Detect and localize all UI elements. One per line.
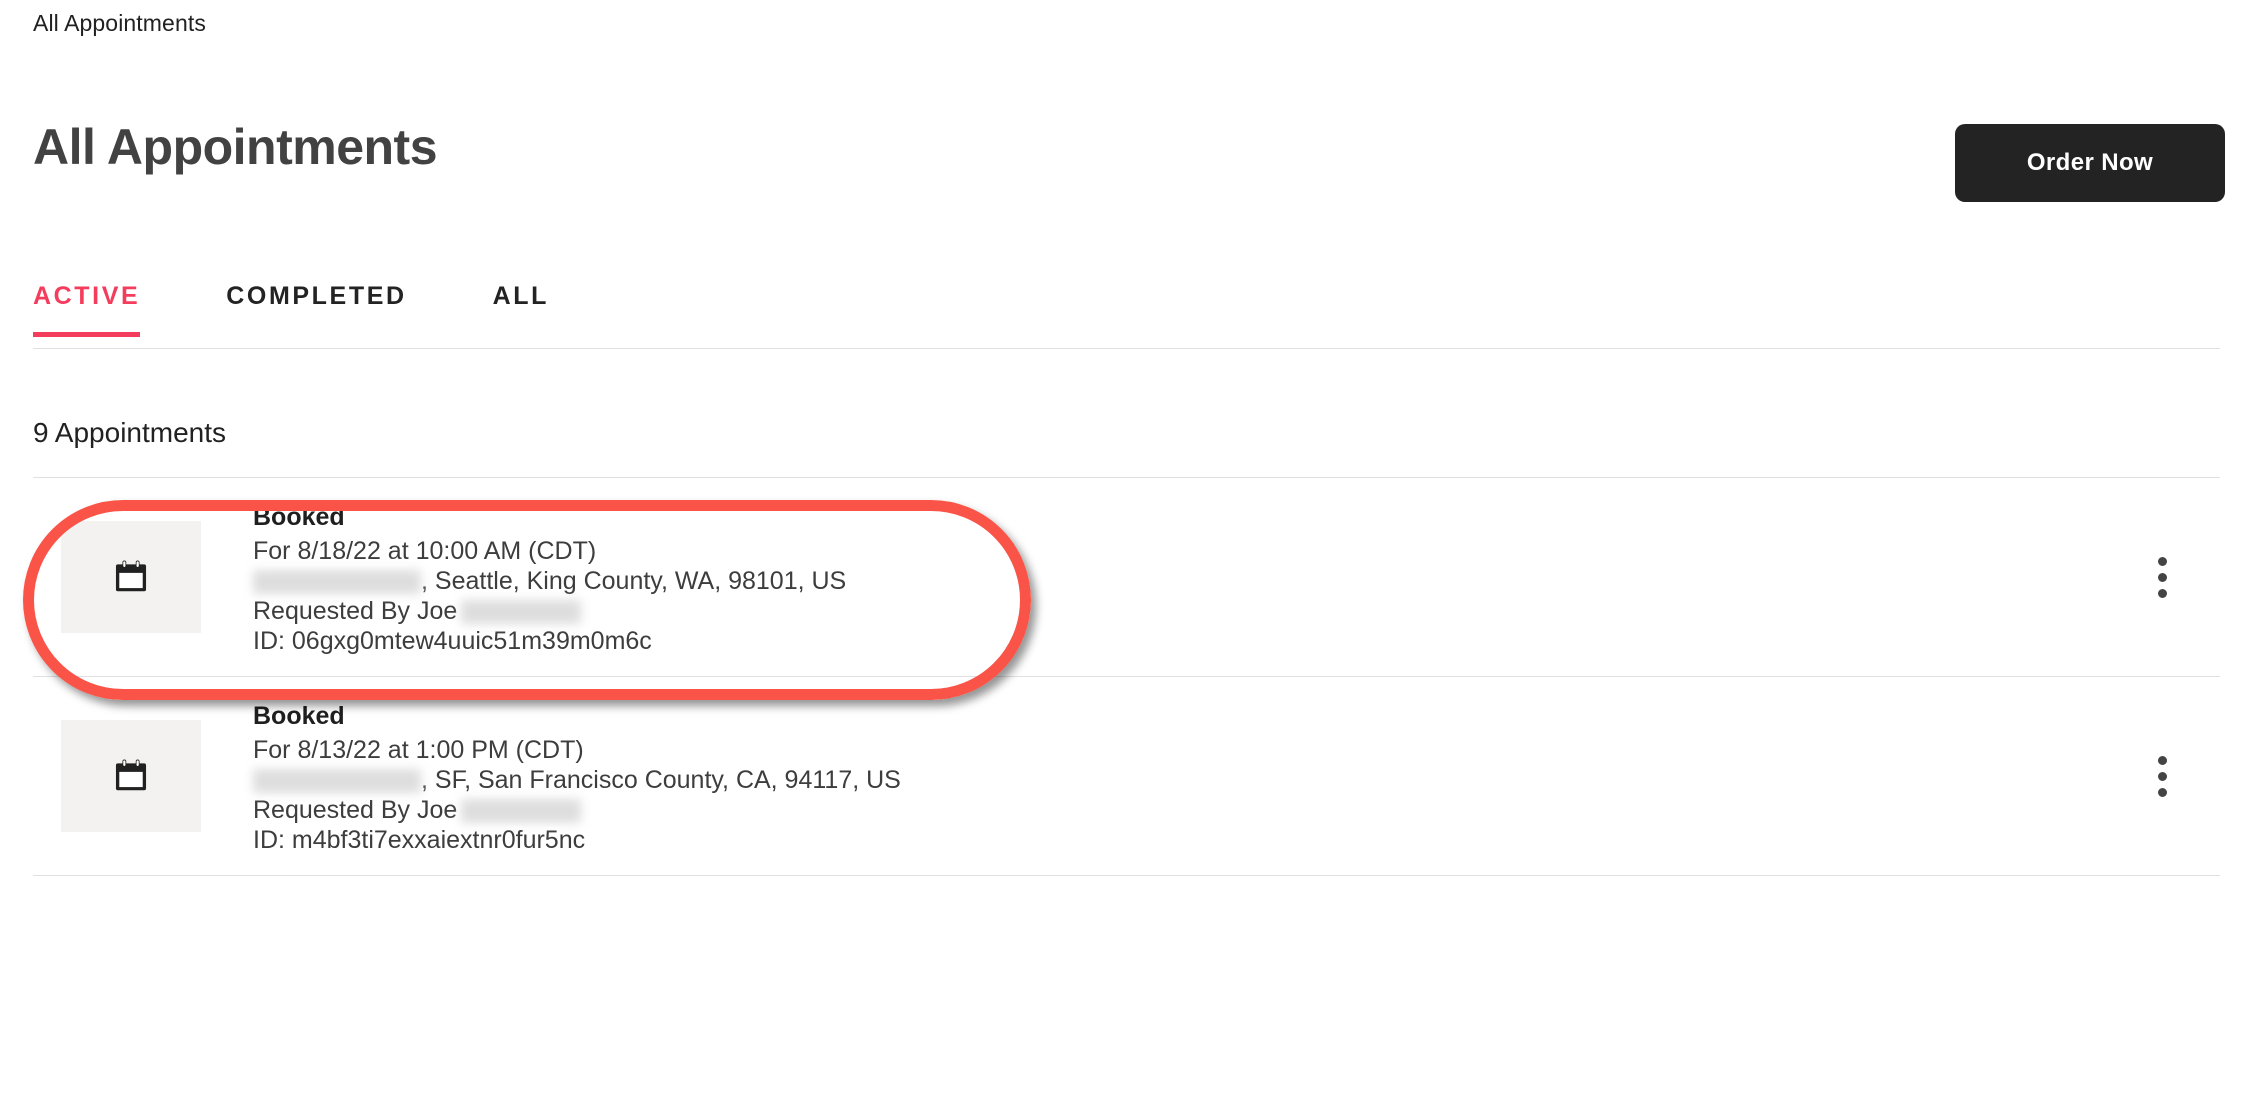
more-vertical-icon[interactable]: [2130, 545, 2194, 609]
appointment-details: Booked For 8/18/22 at 10:00 AM (CDT) , S…: [253, 499, 2130, 656]
appointment-thumbnail: [61, 720, 201, 832]
table-row[interactable]: Booked For 8/18/22 at 10:00 AM (CDT) , S…: [33, 478, 2220, 676]
tab-bar-divider: [33, 348, 2220, 349]
appointment-address: , SF, San Francisco County, CA, 94117, U…: [253, 765, 2130, 795]
appointment-address: , Seattle, King County, WA, 98101, US: [253, 566, 2130, 596]
status-badge: Booked: [253, 502, 345, 531]
appointment-datetime: For 8/13/22 at 1:00 PM (CDT): [253, 735, 584, 764]
order-now-button[interactable]: Order Now: [1955, 124, 2225, 202]
appointment-thumbnail: [61, 521, 201, 633]
page-header: All Appointments Order Now: [33, 110, 2225, 202]
appointments-page: All Appointments All Appointments Order …: [0, 0, 2258, 1096]
redacted-street-address: [253, 768, 421, 793]
tab-completed[interactable]: COMPLETED: [226, 282, 406, 337]
breadcrumb[interactable]: All Appointments: [33, 9, 206, 37]
appointment-requester-text: Requested By Joe: [253, 596, 458, 625]
status-badge: Booked: [253, 701, 345, 730]
redacted-last-name: [461, 798, 582, 823]
appointment-requester: Requested By Joe: [253, 596, 2130, 626]
calendar-icon: [115, 560, 147, 592]
appointment-address-text: , Seattle, King County, WA, 98101, US: [421, 566, 847, 595]
appointments-list: Booked For 8/18/22 at 10:00 AM (CDT) , S…: [33, 477, 2220, 876]
redacted-last-name: [461, 599, 582, 624]
more-vertical-icon[interactable]: [2130, 744, 2194, 808]
tab-bar: ACTIVE COMPLETED ALL: [33, 282, 549, 337]
calendar-icon: [115, 759, 147, 791]
tab-all[interactable]: ALL: [493, 282, 549, 337]
tab-active[interactable]: ACTIVE: [33, 282, 141, 337]
list-divider: [33, 875, 2220, 876]
table-row[interactable]: Booked For 8/13/22 at 1:00 PM (CDT) , SF…: [33, 677, 2220, 875]
appointment-datetime: For 8/18/22 at 10:00 AM (CDT): [253, 536, 597, 565]
appointment-requester: Requested By Joe: [253, 795, 2130, 825]
appointment-address-text: , SF, San Francisco County, CA, 94117, U…: [421, 765, 901, 794]
appointment-id: ID: m4bf3ti7exxaiextnr0fur5nc: [253, 825, 586, 854]
appointment-details: Booked For 8/13/22 at 1:00 PM (CDT) , SF…: [253, 698, 2130, 855]
redacted-street-address: [253, 569, 421, 594]
page-title: All Appointments: [33, 119, 438, 175]
appointment-id: ID: 06gxg0mtew4uuic51m39m0m6c: [253, 626, 652, 655]
appointment-requester-text: Requested By Joe: [253, 795, 458, 824]
appointments-count: 9 Appointments: [33, 417, 227, 448]
